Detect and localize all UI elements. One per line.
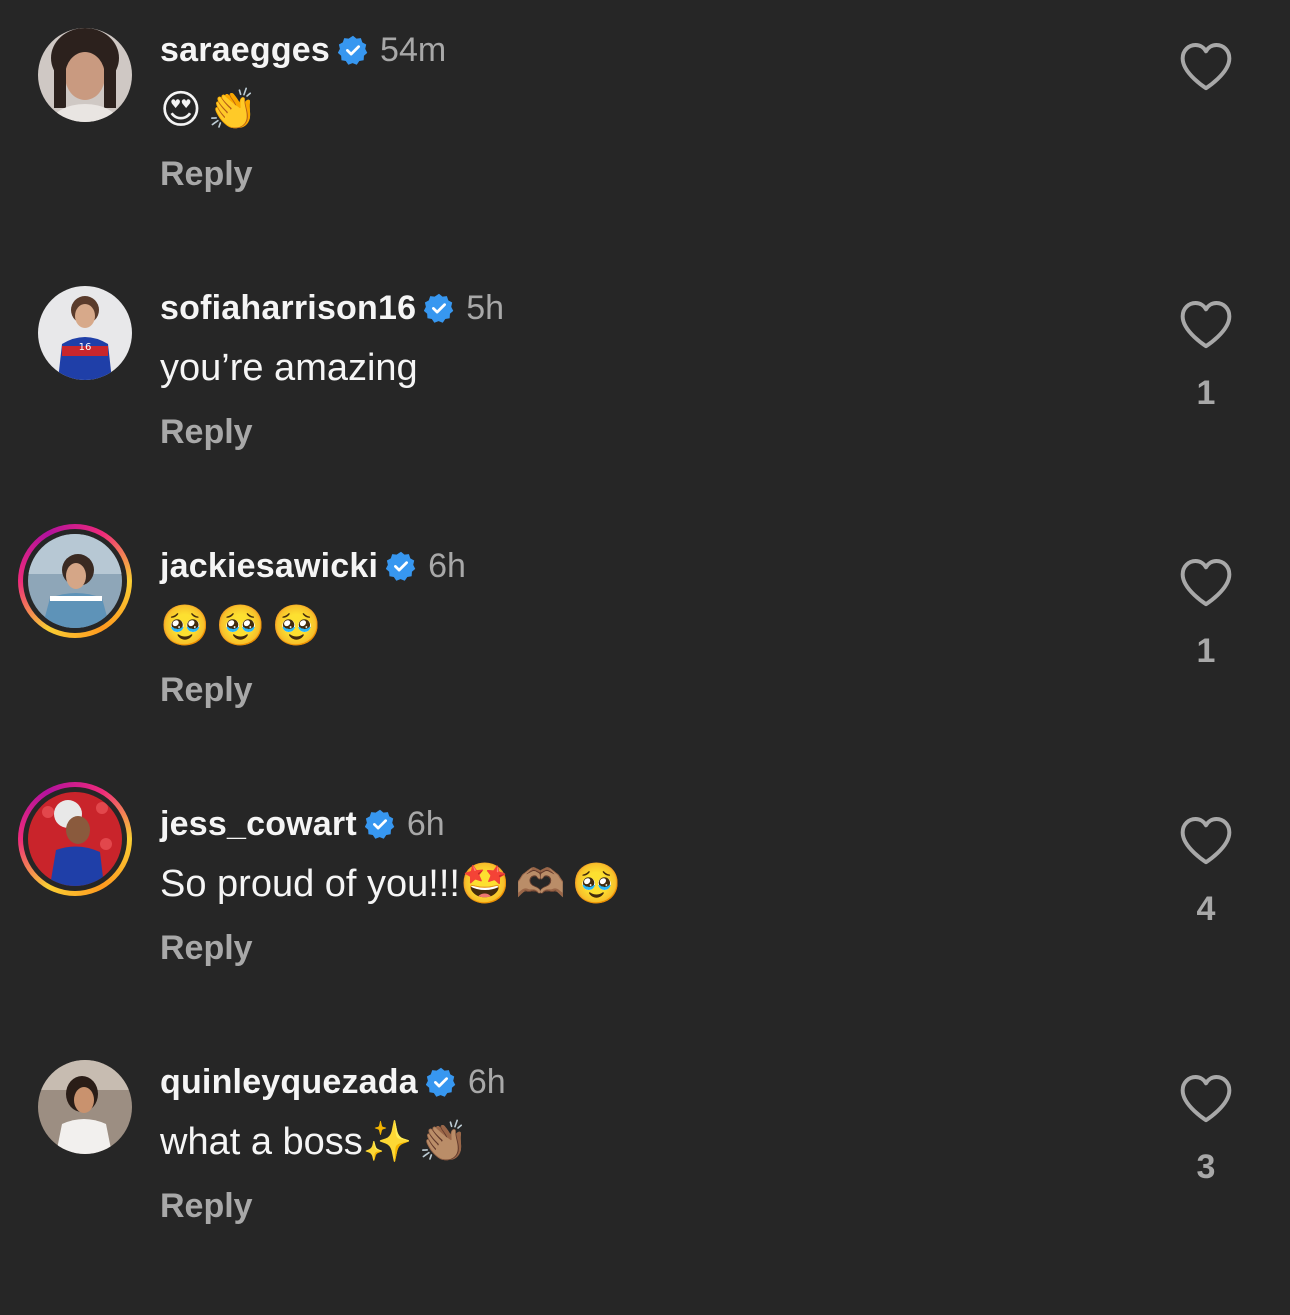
avatar[interactable]: 16 [38, 286, 132, 380]
like-count: 1 [1196, 374, 1216, 412]
comment-time: 5h [466, 288, 505, 327]
heart-outline-icon [1178, 1072, 1234, 1124]
verified-badge-icon [338, 35, 368, 65]
avatar[interactable] [38, 1060, 132, 1154]
comment-body: you’re amazing [160, 347, 418, 389]
verified-badge-icon [364, 809, 395, 839]
comment-header: jackiesawicki 6h [160, 544, 466, 588]
like-count: 3 [1196, 1148, 1216, 1186]
verified-badge-icon [425, 1067, 456, 1097]
emoji: ✨ [362, 1119, 413, 1165]
emoji: 🥹 [271, 603, 322, 649]
emoji: 🥹 [571, 861, 622, 907]
emoji: 🤩 [459, 861, 510, 907]
comment-header: jess_cowart 6h [160, 802, 445, 846]
comment-item: quinleyquezada 6h what a boss ✨ 👏🏽 Reply… [0, 1032, 1290, 1272]
emoji: 😍 [160, 87, 202, 133]
comment-header: saraegges 54m [160, 28, 446, 72]
username[interactable]: sofiaharrison16 [160, 289, 416, 328]
comment-item: saraegges 54m 😍 👏 Reply [0, 0, 1290, 240]
like-count: 4 [1196, 890, 1216, 928]
emoji: 👏 [207, 87, 258, 133]
comment-text: you’re amazing [160, 340, 418, 396]
heart-outline-icon [1178, 40, 1234, 92]
comment-time: 54m [380, 30, 447, 69]
comment-header: sofiaharrison16 5h [160, 286, 504, 330]
reply-button[interactable]: Reply [160, 1187, 253, 1226]
like-button[interactable] [1178, 1072, 1234, 1124]
comment-item: jess_cowart 6h So proud of you!!! 🤩 🫶🏽 🥹… [0, 774, 1290, 1014]
emoji: 👏🏽 [418, 1119, 469, 1165]
username[interactable]: quinleyquezada [160, 1063, 418, 1102]
comment-body: what a boss [160, 1121, 363, 1163]
like-button[interactable] [1178, 40, 1234, 92]
like-button[interactable] [1178, 298, 1234, 350]
verified-badge-icon [386, 551, 416, 581]
avatar [28, 792, 122, 886]
comment-body: So proud of you!!! [160, 863, 460, 905]
comment-text: what a boss ✨ 👏🏽 [160, 1114, 474, 1170]
heart-outline-icon [1178, 556, 1234, 608]
emoji: 🫶🏽 [515, 861, 566, 907]
comment-text: So proud of you!!! 🤩 🫶🏽 🥹 [160, 856, 627, 912]
comment-time: 6h [406, 804, 445, 843]
comment-text: 😍 👏 [160, 82, 264, 138]
comment-header: quinleyquezada 6h [160, 1060, 506, 1104]
heart-outline-icon [1178, 298, 1234, 350]
avatar[interactable] [38, 28, 132, 122]
emoji: 🥹 [215, 603, 266, 649]
reply-button[interactable]: Reply [160, 671, 253, 710]
reply-button[interactable]: Reply [160, 929, 253, 968]
comment-item: jackiesawicki 6h 🥹 🥹 🥹 Reply 1 [0, 516, 1290, 756]
username[interactable]: jess_cowart [160, 805, 357, 844]
avatar-story-ring[interactable] [18, 524, 132, 638]
username[interactable]: saraegges [160, 31, 330, 70]
emoji: 🥹 [160, 603, 210, 649]
verified-badge-icon [424, 293, 454, 323]
comment-time: 6h [467, 1062, 506, 1101]
comment-time: 6h [428, 546, 466, 585]
svg-text:16: 16 [79, 342, 92, 353]
reply-button[interactable]: Reply [160, 155, 253, 194]
comment-item: 16 sofiaharrison16 5h you’re amazing Rep… [0, 258, 1290, 498]
comment-text: 🥹 🥹 🥹 [160, 598, 327, 654]
avatar [28, 534, 122, 628]
reply-button[interactable]: Reply [160, 413, 253, 452]
username[interactable]: jackiesawicki [160, 547, 378, 586]
heart-outline-icon [1178, 814, 1234, 866]
like-button[interactable] [1178, 556, 1234, 608]
avatar-story-ring[interactable] [18, 782, 132, 896]
like-count: 1 [1196, 632, 1216, 670]
like-button[interactable] [1178, 814, 1234, 866]
